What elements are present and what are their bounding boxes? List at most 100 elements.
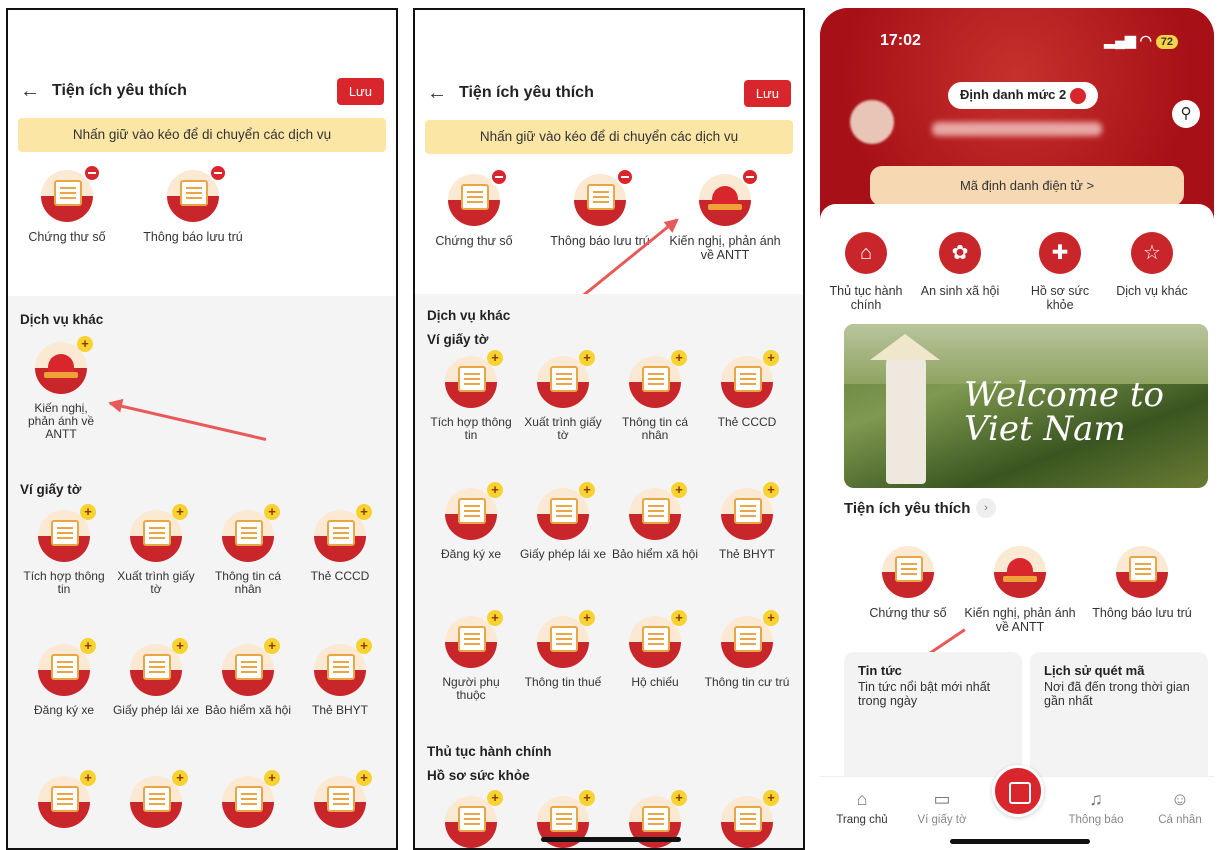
- add-icon[interactable]: +: [763, 610, 779, 626]
- wallet-item[interactable]: + Giấy phép lái xe: [112, 638, 200, 717]
- wallet-item[interactable]: + Thẻ BHYT: [703, 482, 791, 561]
- add-icon[interactable]: +: [487, 790, 503, 806]
- chevron-right-icon[interactable]: ›: [976, 498, 996, 518]
- nav-wallet[interactable]: ▭ Ví giấy tờ: [904, 789, 980, 826]
- add-icon[interactable]: +: [671, 350, 687, 366]
- service-kien-nghi[interactable]: + Kiến nghị, phản ánh về ANTT: [16, 336, 106, 441]
- add-icon[interactable]: +: [80, 504, 96, 520]
- add-icon[interactable]: +: [77, 336, 93, 352]
- wallet-item[interactable]: +: [296, 770, 384, 836]
- favorite-item-kien-nghi[interactable]: Kiến nghị, phản ánh về ANTT: [665, 168, 785, 262]
- favorite-item-thong-bao-luu-tru[interactable]: Thông báo lưu trú: [1086, 546, 1198, 620]
- nav-profile[interactable]: ☺ Cá nhân: [1142, 789, 1214, 826]
- health-item[interactable]: +: [427, 790, 515, 848]
- add-icon[interactable]: +: [763, 350, 779, 366]
- wallet-item[interactable]: + Thẻ CCCD: [296, 504, 384, 583]
- favorite-item-kien-nghi[interactable]: Kiến nghị, phản ánh về ANTT: [958, 546, 1082, 634]
- category-ho-so-suc-khoe[interactable]: ✚ Hồ sơ sức khỏe: [1016, 232, 1104, 312]
- add-icon[interactable]: +: [80, 770, 96, 786]
- welcome-banner[interactable]: Welcome to Viet Nam: [844, 324, 1208, 488]
- wallet-item[interactable]: + Thẻ CCCD: [703, 350, 791, 429]
- save-button[interactable]: Lưu: [743, 79, 791, 107]
- wallet-item[interactable]: + Xuất trình giấy tờ: [519, 350, 607, 442]
- wallet-item[interactable]: + Tích hợp thông tin: [20, 504, 108, 596]
- remove-icon[interactable]: [83, 164, 101, 182]
- back-arrow-icon[interactable]: ←: [427, 82, 447, 105]
- category-dich-vu-khac[interactable]: ☆ Dịch vụ khác: [1108, 232, 1196, 298]
- info-icon: +: [222, 504, 280, 562]
- add-icon[interactable]: +: [579, 790, 595, 806]
- wallet-item[interactable]: + Đăng ký xe: [427, 482, 515, 561]
- favorite-item-thong-bao-luu-tru[interactable]: Thông báo lưu trú: [134, 164, 252, 244]
- wallet-item[interactable]: +: [112, 770, 200, 836]
- profile-icon: +: [445, 350, 503, 408]
- favorite-item-chung-thu-so[interactable]: Chứng thư số: [22, 164, 112, 244]
- add-icon[interactable]: +: [671, 482, 687, 498]
- section-title-admin: Thủ tục hành chính: [427, 744, 552, 759]
- remove-icon[interactable]: [616, 168, 634, 186]
- status-icons: ▂▄▆ ◠ 72: [1104, 32, 1178, 49]
- add-icon[interactable]: +: [264, 638, 280, 654]
- wallet-item[interactable]: + Đăng ký xe: [20, 638, 108, 717]
- wallet-item[interactable]: +: [204, 770, 292, 836]
- add-icon[interactable]: +: [579, 610, 595, 626]
- add-icon[interactable]: +: [579, 350, 595, 366]
- category-an-sinh[interactable]: ✿ An sinh xã hội: [916, 232, 1004, 298]
- back-arrow-icon[interactable]: ←: [20, 80, 40, 103]
- favorite-item-thong-bao-luu-tru[interactable]: Thông báo lưu trú: [541, 168, 659, 248]
- add-icon[interactable]: +: [172, 638, 188, 654]
- page-title: Tiện ích yêu thích: [459, 84, 594, 101]
- add-icon[interactable]: +: [172, 504, 188, 520]
- status-time: 17:02: [880, 32, 921, 49]
- add-icon[interactable]: +: [356, 504, 372, 520]
- add-icon[interactable]: +: [356, 770, 372, 786]
- wallet-item[interactable]: + Thông tin cá nhân: [204, 504, 292, 596]
- favorite-item-chung-thu-so[interactable]: Chứng thư số: [860, 546, 956, 620]
- health-item[interactable]: +: [703, 790, 791, 848]
- wallet-item[interactable]: +: [20, 770, 108, 836]
- add-icon[interactable]: +: [80, 638, 96, 654]
- add-icon[interactable]: +: [264, 770, 280, 786]
- wallet-item[interactable]: + Người phụ thuộc: [427, 610, 515, 702]
- digital-id-button[interactable]: Mã định danh điện tử >: [870, 166, 1184, 206]
- nav-home[interactable]: ⌂ Trang chủ: [824, 789, 900, 826]
- wallet-item[interactable]: + Thông tin cư trú: [703, 610, 791, 689]
- wallet-item[interactable]: + Bảo hiểm xã hội: [611, 482, 699, 561]
- add-icon[interactable]: +: [763, 790, 779, 806]
- certificate-icon: [448, 168, 508, 226]
- nav-notifications[interactable]: ♫ Thông báo: [1058, 789, 1134, 826]
- wallet-item[interactable]: + Hộ chiếu: [611, 610, 699, 689]
- shield-icon: ✚: [1039, 232, 1081, 274]
- notification-icon: [167, 164, 227, 222]
- add-icon[interactable]: +: [763, 482, 779, 498]
- remove-icon[interactable]: [490, 168, 508, 186]
- news-card[interactable]: Tin tức Tin tức nổi bật mới nhất trong ng…: [844, 652, 1022, 788]
- search-icon[interactable]: ⚲: [1172, 100, 1200, 128]
- remove-icon[interactable]: [741, 168, 759, 186]
- wallet-item[interactable]: + Thông tin cá nhân: [611, 350, 699, 442]
- qr-scan-button[interactable]: [992, 765, 1044, 817]
- add-icon[interactable]: +: [356, 638, 372, 654]
- add-icon[interactable]: +: [172, 770, 188, 786]
- add-icon[interactable]: +: [487, 350, 503, 366]
- add-icon[interactable]: +: [264, 504, 280, 520]
- wallet-item[interactable]: + Bảo hiểm xã hội: [204, 638, 292, 717]
- scan-history-card[interactable]: Lịch sử quét mã Nơi đã đến trong thời gia…: [1030, 652, 1208, 788]
- add-icon[interactable]: +: [487, 610, 503, 626]
- avatar[interactable]: [850, 100, 894, 144]
- hands-icon: +: [445, 610, 503, 668]
- wallet-item[interactable]: + Xuất trình giấy tờ: [112, 504, 200, 596]
- wallet-item[interactable]: + Thông tin thuế: [519, 610, 607, 689]
- add-icon[interactable]: +: [671, 610, 687, 626]
- wallet-item[interactable]: + Giấy phép lái xe: [519, 482, 607, 561]
- add-icon[interactable]: +: [579, 482, 595, 498]
- remove-icon[interactable]: [209, 164, 227, 182]
- wallet-item[interactable]: + Tích hợp thông tin: [427, 350, 515, 442]
- add-icon[interactable]: +: [671, 790, 687, 806]
- favorite-item-chung-thu-so[interactable]: Chứng thư số: [429, 168, 519, 248]
- category-thu-tuc[interactable]: ⌂ Thủ tục hành chính: [822, 232, 910, 312]
- add-icon[interactable]: +: [487, 482, 503, 498]
- save-button[interactable]: Lưu: [336, 77, 384, 105]
- siren-icon: +: [35, 336, 93, 394]
- wallet-item[interactable]: + Thẻ BHYT: [296, 638, 384, 717]
